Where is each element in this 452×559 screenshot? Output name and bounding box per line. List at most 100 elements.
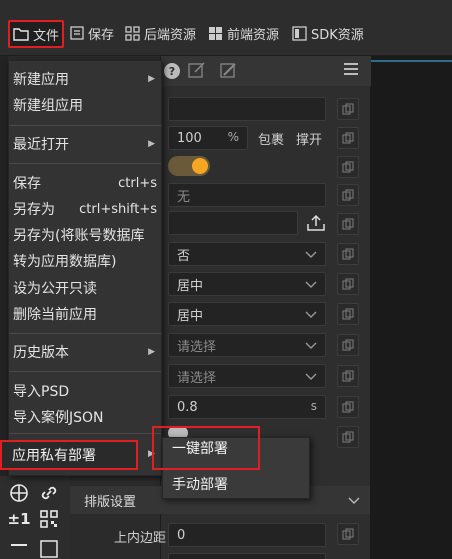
menu-item-public-readonly[interactable]: 设为公开只读 [13,276,161,300]
copy-button[interactable] [337,127,359,149]
menu-separator [9,163,161,164]
submenu-arrow-icon: ▶ [148,74,155,84]
folder-icon [13,28,29,41]
help-icon[interactable]: ? [164,63,180,79]
menu-item-new-group-app[interactable]: 新建组应用 [13,93,161,117]
duration-field[interactable]: 0.8 s [168,395,326,419]
menu-item-save[interactable]: 保存 ctrl+s [13,171,161,195]
submenu-arrow-icon: ▶ [148,347,155,357]
chevron-down-icon [305,373,317,380]
menu-item-import-psd[interactable]: 导入PSD [13,379,161,403]
menu-item-new-app[interactable]: 新建应用 ▶ [13,67,161,91]
chevron-down-icon [305,251,317,258]
name-field[interactable] [168,97,326,121]
menu-separator [9,371,161,372]
copy-button[interactable] [337,523,359,545]
menu-item-private-deploy[interactable]: 应用私有部署 [0,440,138,470]
align-select-1[interactable]: 居中 [168,272,326,296]
menu-item-save-as[interactable]: 另存为 ctrl+shift+s [13,197,161,221]
boolean-select[interactable]: 否 [168,242,326,266]
width-field[interactable]: 100 % [168,126,248,150]
copy-button[interactable] [337,334,359,356]
save-icon [70,26,84,40]
live-icon[interactable] [38,538,60,559]
boolean-select-value: 否 [177,248,191,264]
align-select-2[interactable]: 居中 [168,302,326,326]
padding-top-label: 上内边距 [114,531,167,546]
toggle-knob [192,158,208,174]
link-icon-svg [41,486,57,500]
chevron-down-icon [305,281,317,288]
copy-button[interactable] [337,156,359,178]
copy-icon [342,278,354,290]
menu-item-label: 新建应用 [13,72,69,88]
menu-item-recent[interactable]: 最近打开 ▶ [13,132,161,156]
menu-item-history[interactable]: 历史版本 ▶ [13,340,161,364]
frontend-resources-button[interactable]: 前端资源 [208,20,279,46]
live-icon-svg [40,540,58,558]
menu-item-label: 转为应用数据库) [13,254,117,270]
windows-icon [209,26,222,40]
menu-item-label: 另存为 [13,202,55,218]
save-button[interactable]: 保存 [70,20,114,46]
link-icon[interactable] [38,482,60,504]
padding-top-field[interactable]: 0 [168,523,326,547]
copy-button[interactable] [337,426,359,448]
menu-item-to-app-db[interactable]: 转为应用数据库) [13,249,161,273]
chevron-down-icon [305,311,317,318]
qrcode-icon-svg [40,510,58,528]
wrap-option[interactable]: 包裹 [258,129,284,148]
copy-button[interactable] [337,396,359,418]
percent-unit: % [227,130,239,144]
edit-icon[interactable] [188,61,206,79]
counter-icon[interactable]: ±1 [8,508,31,530]
qrcode-icon[interactable] [38,508,60,530]
copy-button[interactable] [337,213,359,235]
copy-icon [342,189,354,201]
pinwheel-icon-svg [10,484,28,502]
stretch-option[interactable]: 撑开 [296,129,322,148]
copy-button[interactable] [337,184,359,206]
backend-resources-button[interactable]: 后端资源 [125,20,196,46]
menu-item-save-as-account[interactable]: 另存为(将账号数据库 [13,223,161,247]
menu-item-manual-deploy[interactable]: 手动部署 [172,474,228,494]
width-value: 100 [177,130,202,146]
edit-alt-icon[interactable] [220,61,238,79]
menu-item-label: 设为公开只读 [13,281,97,297]
copy-icon [342,370,354,382]
padding-top-value: 0 [177,527,186,543]
file-menu-button[interactable]: 文件 [8,20,64,48]
copy-button[interactable] [337,98,359,120]
menu-item-delete-app[interactable]: 删除当前应用 [13,302,161,326]
copy-icon [342,103,354,115]
none-field[interactable]: 无 [168,183,326,207]
hamburger-menu-icon[interactable] [343,62,359,76]
copy-icon [342,339,354,351]
sdk-icon [292,25,307,41]
menu-item-label: 新建组应用 [13,98,83,114]
copy-button[interactable] [337,243,359,265]
visibility-toggle[interactable] [168,156,210,176]
next-field-partial[interactable] [168,553,326,559]
copy-button[interactable] [337,273,359,295]
divider-icon[interactable] [8,538,30,559]
menu-item-import-json[interactable]: 导入案例JSON [13,405,161,429]
grid-icon [125,25,140,41]
sdk-resources-button[interactable]: SDK资源 [292,20,364,46]
option-select-1[interactable]: 请选择 [168,333,326,357]
upload-path-field[interactable] [168,211,298,235]
menu-item-label: 导入案例JSON [13,410,104,426]
copy-button[interactable] [337,365,359,387]
menu-separator [9,433,161,434]
option-select-2[interactable]: 请选择 [168,364,326,388]
option-select-1-placeholder: 请选择 [177,339,217,355]
pinwheel-icon[interactable] [8,482,30,504]
canvas-area[interactable] [370,56,452,559]
menu-item-label: 历史版本 [13,345,69,361]
upload-icon[interactable] [306,214,326,232]
menu-item-one-click-deploy[interactable]: 一键部署 [152,426,260,470]
copy-icon [342,161,354,173]
menu-separator [9,125,161,126]
copy-button[interactable] [337,303,359,325]
copy-icon [342,528,354,540]
